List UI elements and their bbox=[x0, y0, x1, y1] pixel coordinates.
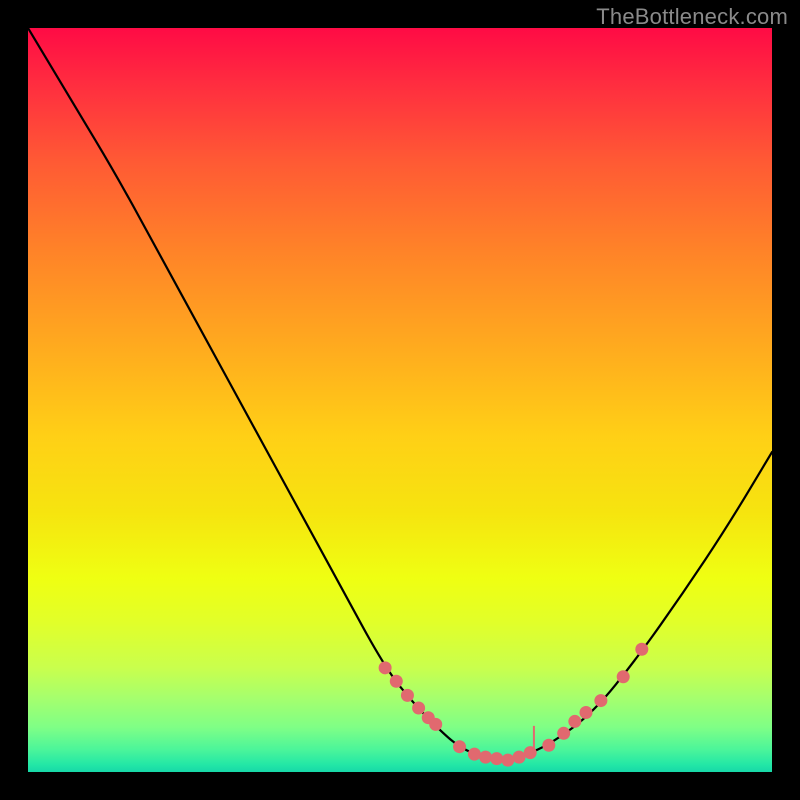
attribution-text: TheBottleneck.com bbox=[596, 4, 788, 30]
data-point bbox=[617, 670, 630, 683]
curve-svg bbox=[28, 28, 772, 772]
data-point bbox=[429, 718, 442, 731]
data-point bbox=[412, 702, 425, 715]
data-point bbox=[557, 727, 570, 740]
data-point bbox=[568, 715, 581, 728]
data-point bbox=[468, 748, 481, 761]
data-point bbox=[390, 675, 403, 688]
data-point bbox=[635, 643, 648, 656]
data-point bbox=[479, 751, 492, 764]
data-point bbox=[501, 754, 514, 767]
data-point bbox=[513, 751, 526, 764]
data-point bbox=[379, 661, 392, 674]
data-point bbox=[542, 739, 555, 752]
data-point bbox=[401, 689, 414, 702]
data-point bbox=[453, 740, 466, 753]
plot-area bbox=[28, 28, 772, 772]
data-point bbox=[594, 694, 607, 707]
chart-root: TheBottleneck.com bbox=[0, 0, 800, 800]
data-point bbox=[490, 752, 503, 765]
data-points bbox=[379, 643, 649, 767]
data-point bbox=[580, 706, 593, 719]
bottleneck-curve bbox=[28, 28, 772, 760]
